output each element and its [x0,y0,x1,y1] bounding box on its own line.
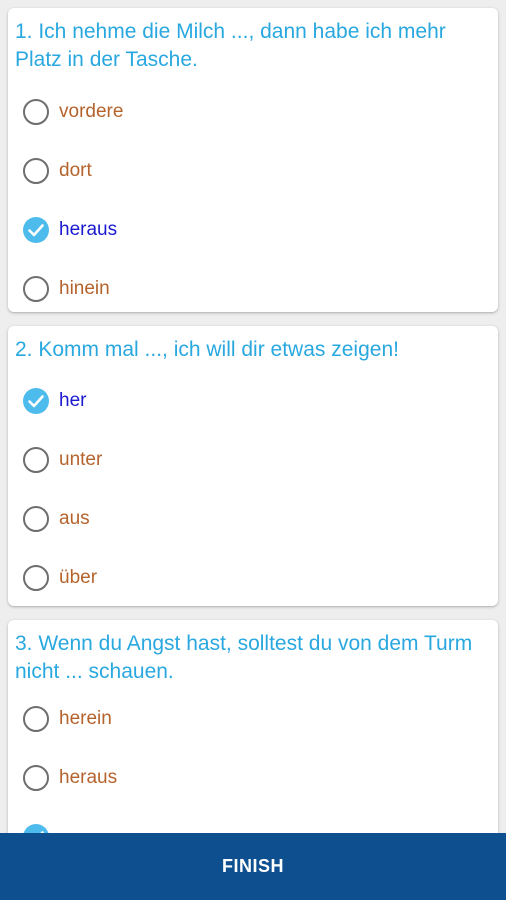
answer-option-selected[interactable] [8,812,498,833]
radio-unchecked-icon[interactable] [23,706,49,732]
answer-option[interactable]: heraus [8,753,498,803]
radio-unchecked-icon[interactable] [23,565,49,591]
answer-label: heraus [59,767,118,788]
radio-unchecked-icon[interactable] [23,506,49,532]
radio-unchecked-icon[interactable] [23,99,49,125]
answer-option[interactable]: herein [8,694,498,744]
answer-label: herein [59,708,112,729]
radio-unchecked-icon[interactable] [23,276,49,302]
radio-unchecked-icon[interactable] [23,447,49,473]
question-card-1: 1. Ich nehme die Milch ..., dann habe ic… [8,8,498,312]
answer-label: heraus [59,219,118,240]
question-card-2: 2. Komm mal ..., ich will dir etwas zeig… [8,326,498,606]
checkmark-icon[interactable] [23,388,49,414]
answer-label: hinein [59,278,110,299]
quiz-scroll-area[interactable]: 1. Ich nehme die Milch ..., dann habe ic… [0,0,506,833]
answer-label: aus [59,508,90,529]
answer-option[interactable]: unter [8,435,498,485]
radio-unchecked-icon[interactable] [23,158,49,184]
answer-option-selected[interactable]: heraus [8,205,498,255]
answer-option[interactable]: aus [8,494,498,544]
answer-option[interactable]: hinein [8,264,498,314]
answer-option[interactable]: dort [8,146,498,196]
radio-unchecked-icon[interactable] [23,765,49,791]
answer-label: vordere [59,101,124,122]
checkmark-icon[interactable] [23,824,49,833]
question-card-3: 3. Wenn du Angst hast, solltest du von d… [8,620,498,833]
question-text: 1. Ich nehme die Milch ..., dann habe ic… [15,20,446,71]
answer-label: über [59,567,98,588]
finish-button[interactable]: FINISH [0,833,506,900]
answer-label: unter [59,449,103,470]
question-text: 3. Wenn du Angst hast, solltest du von d… [15,632,473,683]
question-text: 2. Komm mal ..., ich will dir etwas zeig… [15,338,399,361]
answer-option[interactable]: über [8,553,498,603]
answer-label: her [59,390,87,411]
answer-option[interactable]: vordere [8,87,498,137]
answer-label: dort [59,160,92,181]
checkmark-icon[interactable] [23,217,49,243]
answer-option-selected[interactable]: her [8,376,498,426]
